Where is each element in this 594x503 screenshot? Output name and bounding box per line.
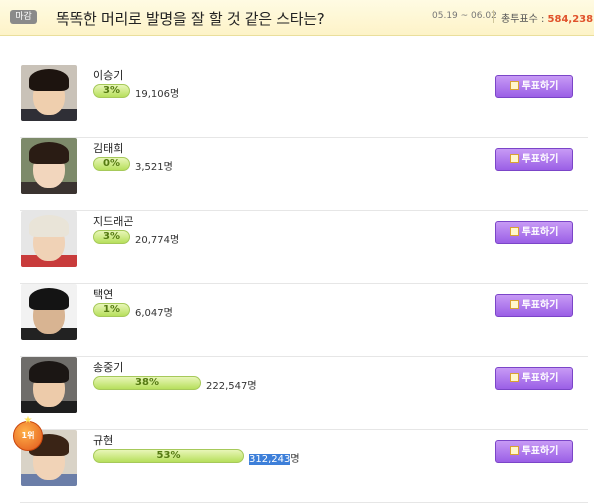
vote-count-value: 222,547 bbox=[206, 381, 248, 392]
vote-button-label: 투표하기 bbox=[521, 227, 559, 238]
vote-count-value: 6,047 bbox=[135, 308, 164, 319]
candidate-row: 김태희 0% 3,521명 투표하기 bbox=[20, 138, 588, 211]
vote-button[interactable]: 투표하기 bbox=[495, 148, 573, 171]
candidate-row: 지드래곤 3% 20,774명 투표하기 bbox=[20, 211, 588, 284]
vote-count: 6,047명 bbox=[135, 304, 173, 319]
vote-button[interactable]: 투표하기 bbox=[495, 75, 573, 98]
total-votes-value: 584,238 bbox=[547, 14, 594, 25]
candidate-photo bbox=[21, 284, 77, 340]
ballot-icon bbox=[509, 373, 519, 382]
vote-count-value: 312,243 bbox=[249, 454, 291, 465]
candidate-photo bbox=[21, 65, 77, 121]
candidate-photo bbox=[21, 357, 77, 413]
ballot-icon bbox=[509, 446, 519, 455]
vote-count-unit: 명 bbox=[163, 162, 173, 173]
rank-label: 1위 bbox=[21, 431, 35, 440]
ballot-icon bbox=[509, 227, 519, 236]
rank-medal-icon: ★ 1위 bbox=[13, 416, 43, 451]
header-divider bbox=[493, 10, 494, 23]
candidate-name: 김태희 bbox=[93, 142, 124, 155]
ballot-icon bbox=[509, 81, 519, 90]
vote-count: 19,106명 bbox=[135, 85, 179, 100]
candidate-row: 송중기 38% 222,547명 투표하기 bbox=[20, 357, 588, 430]
total-votes: 총투표수 : 584,238 명 bbox=[501, 10, 594, 25]
vote-button-label: 투표하기 bbox=[521, 373, 559, 384]
poll-title: 똑똑한 머리로 발명을 잘 할 것 같은 스타는? bbox=[56, 10, 325, 28]
vote-button-label: 투표하기 bbox=[521, 446, 559, 457]
candidate-name: 이승기 bbox=[93, 69, 124, 82]
vote-count-unit: 명 bbox=[170, 89, 180, 100]
ballot-icon bbox=[509, 154, 519, 163]
candidate-photo bbox=[21, 211, 77, 267]
vote-button[interactable]: 투표하기 bbox=[495, 221, 573, 244]
percent-bar: 38% bbox=[93, 376, 201, 390]
vote-button-label: 투표하기 bbox=[521, 154, 559, 165]
vote-button[interactable]: 투표하기 bbox=[495, 367, 573, 390]
percent-bar: 3% bbox=[93, 230, 130, 244]
poll-period: 05.19 ~ 06.02 bbox=[432, 11, 497, 21]
vote-count-value: 19,106 bbox=[135, 89, 170, 100]
vote-count-unit: 명 bbox=[170, 235, 180, 246]
candidate-photo bbox=[21, 138, 77, 194]
percent-bar: 1% bbox=[93, 303, 130, 317]
vote-button-label: 투표하기 bbox=[521, 300, 559, 311]
percent-bar: 0% bbox=[93, 157, 130, 171]
candidate-name: 지드래곤 bbox=[93, 215, 134, 228]
candidate-row: 택연 1% 6,047명 투표하기 bbox=[20, 284, 588, 357]
vote-count-value: 3,521 bbox=[135, 162, 164, 173]
candidate-name: 택연 bbox=[93, 288, 114, 301]
vote-count: 312,243명 bbox=[249, 450, 300, 465]
vote-button-label: 투표하기 bbox=[521, 81, 559, 92]
ballot-icon bbox=[509, 300, 519, 309]
vote-count-unit: 명 bbox=[163, 308, 173, 319]
percent-bar: 3% bbox=[93, 84, 130, 98]
vote-count-value: 20,774 bbox=[135, 235, 170, 246]
candidate-row: 이승기 3% 19,106명 투표하기 bbox=[20, 65, 588, 138]
vote-count: 222,547명 bbox=[206, 377, 257, 392]
vote-count: 20,774명 bbox=[135, 231, 179, 246]
candidate-name: 규현 bbox=[93, 434, 114, 447]
vote-button[interactable]: 투표하기 bbox=[495, 294, 573, 317]
vote-count: 3,521명 bbox=[135, 158, 173, 173]
candidate-row: ★ 1위 규현 53% 312,243명 투표하기 bbox=[13, 416, 588, 503]
candidate-name: 송중기 bbox=[93, 361, 124, 374]
vote-count-unit: 명 bbox=[290, 454, 300, 465]
vote-count-unit: 명 bbox=[247, 381, 257, 392]
status-badge: 마감 bbox=[10, 10, 37, 24]
star-icon: ★ bbox=[23, 415, 33, 426]
percent-bar: 53% bbox=[93, 449, 244, 463]
total-votes-label: 총투표수 : bbox=[501, 14, 545, 25]
poll-header: 마감 똑똑한 머리로 발명을 잘 할 것 같은 스타는? 05.19 ~ 06.… bbox=[0, 0, 594, 36]
vote-button[interactable]: 투표하기 bbox=[495, 440, 573, 463]
